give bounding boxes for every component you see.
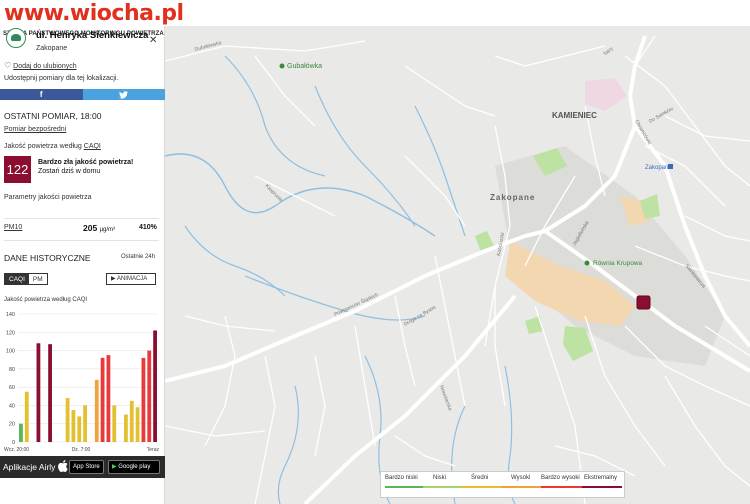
chart-bar bbox=[135, 407, 140, 442]
chart-bar bbox=[71, 410, 76, 442]
chart-y-tick-label: 0 bbox=[12, 440, 15, 446]
train-station-icon bbox=[668, 164, 673, 169]
google-play-button[interactable]: ▶ Google play bbox=[108, 460, 160, 474]
last-measurement-title: OSTATNI POMIAR, 18:00 bbox=[4, 111, 102, 121]
caqi-prefix: Jakość powietrza według bbox=[4, 143, 84, 150]
app-footer: Aplikacje Airly App Store ▶ Google play bbox=[0, 456, 165, 478]
direct-measurement-link[interactable]: Pomiar bezpośredni bbox=[4, 126, 66, 133]
add-favorite[interactable]: ♡ Dodaj do ulubionych bbox=[4, 61, 77, 70]
chart-y-tick-label: 40 bbox=[9, 403, 15, 409]
legend-label: Ekstremalny bbox=[584, 475, 618, 481]
map[interactable]: Gubałówka KAMIENIEC Zakopane Równia Krup… bbox=[165, 26, 750, 504]
history-range: Ostatnie 24h bbox=[121, 254, 156, 260]
chart-x-tick-label: Wcz. 20:00 bbox=[4, 447, 29, 453]
aqi-description: Bardzo zła jakość powietrza! Zostań dziś… bbox=[38, 158, 133, 176]
pm10-value-wrap: 205 µg/m³ bbox=[83, 223, 115, 233]
map-label-gubalowka: Gubałówka bbox=[287, 63, 322, 70]
chart-bar bbox=[48, 344, 52, 442]
chart-x-tick-label: Dz. 7:00 bbox=[72, 447, 91, 453]
station-logo-icon bbox=[6, 28, 26, 48]
twitter-icon bbox=[119, 90, 129, 99]
legend-swatch bbox=[541, 486, 582, 488]
chart-caption: Jakość powietrza według CAQI bbox=[4, 297, 88, 303]
peak-icon bbox=[279, 63, 285, 69]
chart-bar bbox=[19, 423, 23, 442]
apple-icon bbox=[58, 460, 68, 472]
google-play-icon: ▶ bbox=[112, 464, 117, 470]
pm10-unit: µg/m³ bbox=[99, 227, 116, 233]
pm10-row: PM10 205 µg/m³ 410% bbox=[4, 223, 159, 235]
app-root: www.wiocha.pl STACJA PAŃSTWOWEGO MONITOR… bbox=[0, 0, 750, 504]
aqi-badge: 122 bbox=[4, 156, 31, 183]
map-legend: Bardzo niski Niski Średni Wysoki Bardzo … bbox=[380, 471, 625, 498]
station-city: Zakopane bbox=[36, 45, 68, 52]
chart-bar bbox=[112, 405, 117, 442]
legend-swatch bbox=[385, 486, 423, 488]
chart-y-tick-label: 60 bbox=[9, 385, 15, 391]
chart-bar bbox=[106, 355, 111, 442]
add-favorite-link[interactable]: Dodaj do ulubionych bbox=[13, 63, 76, 70]
social-share-bar: f bbox=[0, 89, 165, 100]
chart-bar bbox=[65, 398, 70, 442]
history-bar-chart: 0 20 40 60 80 100 120 140 Wcz. 20:00 Dz. 7:00 Tera… bbox=[4, 312, 160, 453]
chart-y-tick-label: 140 bbox=[6, 312, 15, 318]
chart-bar bbox=[100, 357, 105, 442]
aqi-verdict: Bardzo zła jakość powietrza! bbox=[38, 159, 134, 166]
pm10-percent: 410% bbox=[139, 224, 157, 231]
watermark: www.wiocha.pl bbox=[4, 1, 184, 26]
chart-bar bbox=[141, 357, 146, 442]
chart-bar bbox=[77, 416, 82, 442]
legend-label: Bardzo wysoki bbox=[541, 475, 580, 481]
chart-bar bbox=[124, 414, 128, 442]
chart-bar bbox=[129, 400, 134, 442]
aqi-advice: Zostań dziś w domu bbox=[38, 168, 101, 175]
legend-swatch bbox=[461, 486, 501, 488]
chart-bar bbox=[153, 330, 157, 442]
divider bbox=[4, 218, 159, 219]
twitter-share-button[interactable] bbox=[82, 89, 165, 100]
park-icon bbox=[584, 260, 590, 266]
legend-label: Średni bbox=[471, 475, 489, 481]
chart-bar bbox=[147, 350, 152, 442]
chart-bar bbox=[24, 391, 29, 442]
legend-label: Bardzo niski bbox=[385, 475, 418, 481]
legend-swatch bbox=[501, 486, 541, 488]
station-name: ul. Henryka Sienkiewicza bbox=[36, 30, 149, 41]
facebook-share-button[interactable]: f bbox=[0, 89, 83, 100]
legend-label: Wysoki bbox=[511, 475, 531, 481]
map-label-kamieniec: KAMIENIEC bbox=[552, 111, 597, 120]
pm10-value: 205 bbox=[83, 223, 98, 233]
history-title: DANE HISTORYCZNE bbox=[4, 253, 91, 263]
caqi-link[interactable]: CAQI bbox=[84, 143, 101, 150]
share-text: Udostępnij pomiary dla tej lokalizacji. bbox=[4, 75, 119, 82]
animation-button[interactable]: ▶ ANIMACJA bbox=[106, 273, 156, 285]
map-label-zakopane: Zakopane bbox=[490, 193, 535, 202]
heart-icon: ♡ bbox=[4, 61, 12, 70]
divider bbox=[4, 240, 159, 241]
legend-swatch bbox=[423, 486, 461, 488]
params-title: Parametry jakości powietrza bbox=[4, 194, 92, 201]
chart-bar bbox=[94, 379, 99, 442]
close-icon[interactable]: ✕ bbox=[149, 35, 157, 46]
apps-label: Aplikacje Airly bbox=[3, 462, 56, 472]
chart-x-tick-label: Teraz bbox=[147, 447, 160, 453]
history-tabs: CAQI PM bbox=[4, 273, 48, 285]
caqi-line: Jakość powietrza według CAQI bbox=[4, 143, 101, 150]
pm10-label[interactable]: PM10 bbox=[4, 224, 22, 231]
legend-swatch bbox=[582, 486, 622, 488]
chart-y-tick-label: 120 bbox=[6, 330, 15, 336]
tab-pm[interactable]: PM bbox=[28, 274, 47, 284]
legend-label: Niski bbox=[433, 475, 446, 481]
chart-y-tick-label: 80 bbox=[9, 367, 15, 373]
google-play-label: Google play bbox=[118, 464, 151, 470]
chart-y-tick-label: 100 bbox=[6, 349, 15, 355]
app-store-button[interactable]: App Store bbox=[69, 460, 104, 474]
tab-caqi[interactable]: CAQI bbox=[5, 274, 29, 284]
chart-y-tick-label: 20 bbox=[9, 422, 15, 428]
chart-bar bbox=[83, 405, 87, 442]
chart-bar bbox=[36, 343, 41, 442]
map-label-rownia-krupowa: Równia Krupowa bbox=[593, 260, 643, 267]
sensor-marker[interactable] bbox=[636, 295, 651, 310]
